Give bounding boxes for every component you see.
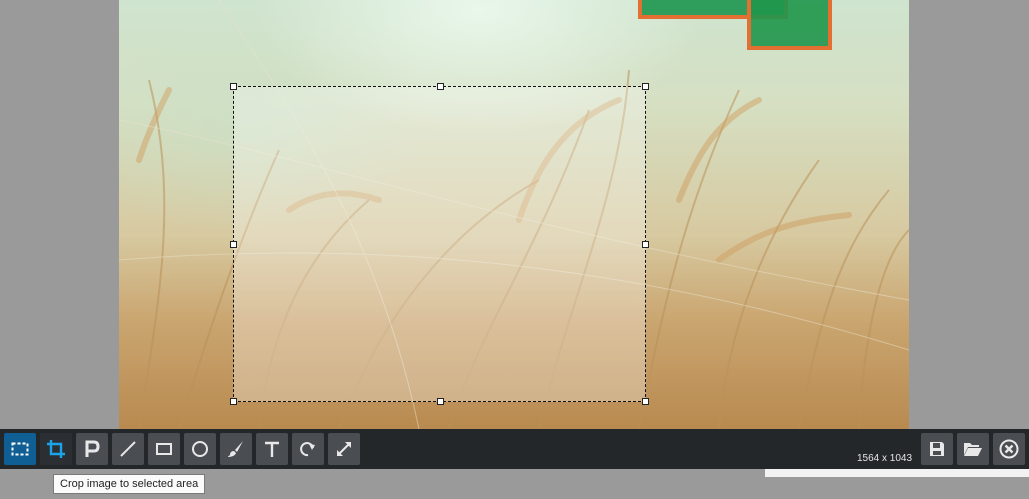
resize-tool-button[interactable] (328, 433, 360, 465)
circle-icon (192, 441, 208, 457)
resize-arrows-icon (337, 442, 351, 456)
folder-open-icon (964, 443, 982, 456)
resize-handle-top[interactable] (437, 83, 444, 90)
resize-handle-top-left[interactable] (230, 83, 237, 90)
selection-area[interactable] (230, 83, 649, 405)
resize-handle-bottom-right[interactable] (642, 398, 649, 405)
marquee-select-icon (11, 442, 29, 456)
resize-handle-bottom[interactable] (437, 398, 444, 405)
crop-icon (47, 440, 65, 458)
open-button[interactable] (957, 433, 989, 465)
rectangle-tool-button[interactable] (148, 433, 180, 465)
line-tool-button[interactable] (112, 433, 144, 465)
select-tool-button[interactable] (4, 433, 36, 465)
brush-tool-button[interactable] (220, 433, 252, 465)
resize-handle-bottom-left[interactable] (230, 398, 237, 405)
canvas-area[interactable] (0, 0, 1029, 429)
brush-icon (228, 441, 243, 457)
rectangle-icon (156, 443, 172, 455)
ellipse-tool-button[interactable] (184, 433, 216, 465)
crop-tool-button[interactable] (40, 433, 72, 465)
crop-tooltip: Crop image to selected area (53, 474, 206, 494)
floppy-disk-icon (930, 442, 944, 456)
save-button[interactable] (921, 433, 953, 465)
image-dimensions: 1564 x 1043 (857, 453, 913, 464)
pixelate-icon (85, 440, 100, 457)
resize-handle-left[interactable] (230, 241, 237, 248)
drawn-rectangle[interactable] (747, 0, 832, 50)
pixelate-tool-button[interactable] (76, 433, 108, 465)
text-tool-button[interactable] (256, 433, 288, 465)
text-icon (265, 441, 279, 457)
resize-handle-right[interactable] (642, 241, 649, 248)
resize-handle-top-right[interactable] (642, 83, 649, 90)
redo-icon (300, 442, 315, 457)
side-panel-edge (765, 469, 1029, 477)
redo-tool-button[interactable] (292, 433, 324, 465)
line-icon (120, 441, 136, 457)
close-button[interactable] (993, 433, 1025, 465)
close-circle-icon (999, 439, 1019, 459)
